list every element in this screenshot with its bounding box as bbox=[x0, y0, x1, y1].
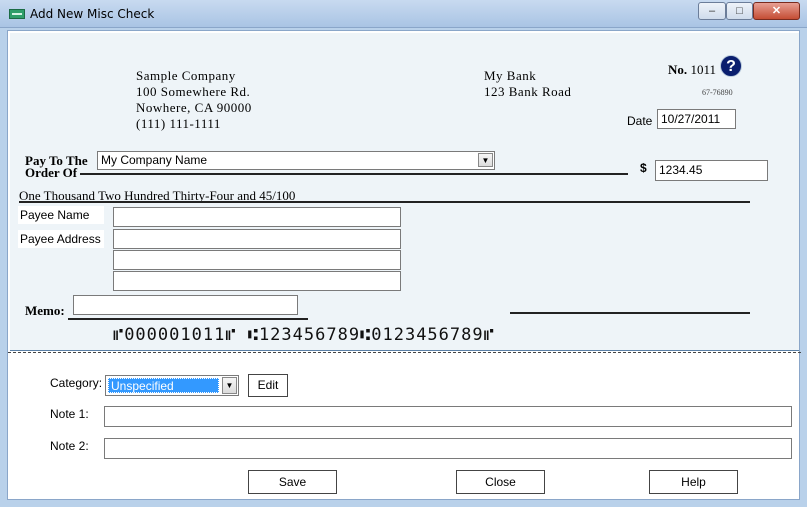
chevron-down-icon[interactable]: ▼ bbox=[478, 153, 493, 167]
company-address-2: Nowhere, CA 90000 bbox=[136, 100, 252, 115]
payee-address-field-3[interactable] bbox=[113, 271, 401, 291]
window-title: Add New Misc Check bbox=[30, 7, 155, 21]
payee-select[interactable]: My Company Name ▼ bbox=[97, 151, 495, 170]
company-block: Sample Company 100 Somewhere Rd. Nowhere… bbox=[136, 68, 252, 132]
payee-address-field-2[interactable] bbox=[113, 250, 401, 270]
edit-category-button[interactable]: Edit bbox=[248, 374, 288, 397]
check-face: Sample Company 100 Somewhere Rd. Nowhere… bbox=[10, 33, 799, 351]
date-field[interactable]: 10/27/2011 bbox=[657, 109, 736, 129]
note1-field[interactable] bbox=[104, 406, 792, 427]
note1-label: Note 1: bbox=[50, 407, 89, 421]
check-divider bbox=[8, 352, 801, 353]
company-address-1: 100 Somewhere Rd. bbox=[136, 84, 251, 99]
category-select[interactable]: Unspecified ▼ bbox=[105, 375, 239, 396]
category-label: Category: bbox=[50, 376, 103, 390]
close-button[interactable]: Close bbox=[456, 470, 545, 494]
payee-address-field-1[interactable] bbox=[113, 229, 401, 249]
payee-select-value: My Company Name bbox=[101, 153, 208, 167]
payee-underline bbox=[80, 173, 628, 175]
routing-fraction: 67-76890 bbox=[702, 88, 733, 97]
micr-line: ⑈000001011⑈ ⑆123456789⑆0123456789⑈ bbox=[113, 325, 495, 345]
bank-block: My Bank 123 Bank Road bbox=[484, 68, 571, 100]
help-button[interactable]: Help bbox=[649, 470, 738, 494]
pay-to-label-line2: Order Of bbox=[25, 165, 78, 180]
memo-field[interactable] bbox=[73, 295, 298, 315]
check-number-value: 1011 bbox=[690, 62, 717, 77]
company-name: Sample Company bbox=[136, 68, 236, 83]
minimize-button[interactable]: – bbox=[698, 2, 726, 20]
payee-name-field[interactable] bbox=[113, 207, 401, 227]
save-button[interactable]: Save bbox=[248, 470, 337, 494]
dollar-sign: $ bbox=[640, 161, 647, 175]
note2-label: Note 2: bbox=[50, 439, 89, 453]
note2-field[interactable] bbox=[104, 438, 792, 459]
bank-name: My Bank bbox=[484, 68, 537, 83]
date-label: Date bbox=[627, 114, 653, 128]
pay-to-label: Pay To The Order Of bbox=[25, 154, 88, 180]
payee-name-label: Payee Name bbox=[18, 206, 104, 224]
check-icon bbox=[9, 9, 25, 19]
payee-address-label: Payee Address bbox=[18, 230, 104, 248]
company-phone: (111) 111-1111 bbox=[136, 116, 221, 131]
memo-label: Memo: bbox=[25, 303, 65, 318]
amount-field[interactable]: 1234.45 bbox=[655, 160, 768, 181]
title-bar: Add New Misc Check – □ ✕ bbox=[0, 0, 807, 28]
help-circle-icon[interactable]: ? bbox=[720, 55, 742, 77]
bank-address: 123 Bank Road bbox=[484, 84, 572, 99]
check-number-label: No. bbox=[668, 62, 688, 77]
check-number: No. 1011 bbox=[668, 62, 716, 78]
amount-words-underline bbox=[19, 201, 750, 203]
dialog-body: Sample Company 100 Somewhere Rd. Nowhere… bbox=[7, 30, 801, 500]
chevron-down-icon[interactable]: ▼ bbox=[222, 377, 237, 394]
close-window-button[interactable]: ✕ bbox=[753, 2, 800, 20]
memo-underline bbox=[68, 318, 308, 320]
signature-line bbox=[510, 312, 750, 314]
maximize-button[interactable]: □ bbox=[726, 2, 753, 20]
category-select-value: Unspecified bbox=[108, 378, 219, 393]
